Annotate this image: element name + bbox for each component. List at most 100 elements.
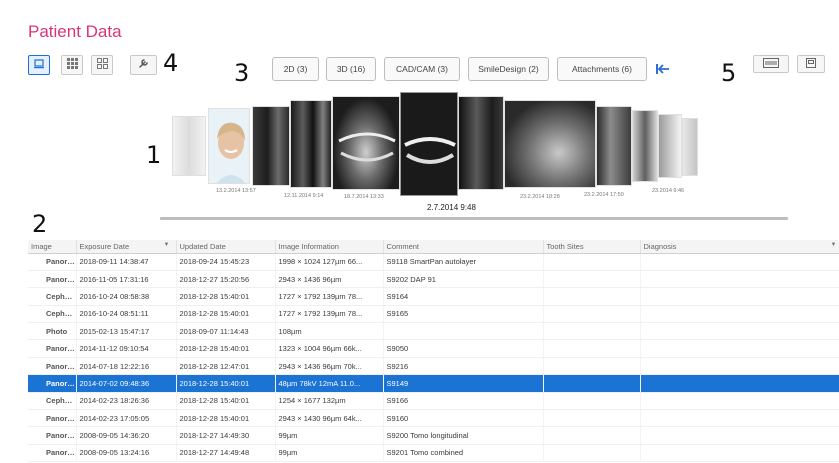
cell-image-info: 99µm <box>275 444 384 463</box>
selected-image-date: 2.7.2014 9:48 <box>427 203 476 212</box>
filmstrip-thumb[interactable] <box>290 100 332 188</box>
cell-updated-date: 2018-12-27 14:49:48 <box>176 444 276 463</box>
cell-exposure-date: 2016-11-05 17:31:16 <box>76 270 177 289</box>
cell-tooth-sites <box>543 339 641 358</box>
large-grid-view-button[interactable] <box>91 55 113 75</box>
table-header-row: Image Exposure Date ▼ Updated Date Image … <box>28 240 839 254</box>
window-icon <box>806 55 816 73</box>
table-row[interactable]: Panoramic2014-02-23 17:05:052018-12-28 1… <box>28 409 839 428</box>
column-header-tooth-sites[interactable]: Tooth Sites <box>543 240 641 254</box>
jump-to-start-icon[interactable] <box>655 62 671 80</box>
category-3d-button[interactable]: 3D (16) <box>326 57 376 81</box>
filmstrip-thumb[interactable] <box>172 116 206 176</box>
cell-comment: S9166 <box>383 392 544 411</box>
cell-tooth-sites <box>543 305 641 324</box>
cell-exposure-date: 2008-09-05 13:24:16 <box>76 444 177 463</box>
cell-exposure-date: 2014-02-23 17:05:05 <box>76 409 177 428</box>
cell-diagnosis <box>640 426 839 445</box>
filmstrip-thumb-photo[interactable] <box>208 108 250 184</box>
category-2d-button[interactable]: 2D (3) <box>272 57 319 81</box>
cell-diagnosis <box>640 339 839 358</box>
category-cadcam-button[interactable]: CAD/CAM (3) <box>384 57 460 81</box>
cell-image-info: 48µm 78kV 12mA 11.0... <box>275 374 384 393</box>
cell-exposure-date: 2014-07-02 09:48:36 <box>76 374 177 393</box>
filmstrip-thumb[interactable] <box>596 106 632 186</box>
cell-tooth-sites <box>543 392 641 411</box>
wrench-icon <box>138 56 150 74</box>
column-header-updated-date[interactable]: Updated Date <box>176 240 276 254</box>
cell-diagnosis <box>640 409 839 428</box>
callout-3: 3 <box>234 59 250 87</box>
filmstrip-thumb[interactable] <box>332 96 400 190</box>
column-header-image-information[interactable]: Image Information <box>275 240 384 254</box>
table-row[interactable]: Cephalome...2016-10-24 08:58:382018-12-2… <box>28 287 839 306</box>
table-row[interactable]: Panoramic2014-07-02 09:48:362018-12-28 1… <box>28 374 839 393</box>
filmstrip-date-label: 23.2014 9:46 <box>652 188 685 194</box>
cell-image-type: Panoramic <box>28 409 77 428</box>
column-menu-icon[interactable]: ▼ <box>831 242 837 248</box>
large-grid-icon <box>96 56 108 74</box>
column-header-diagnosis[interactable]: Diagnosis ▼ <box>640 240 839 254</box>
filmstrip-date-label: 23.2.2014 17:50 <box>584 192 624 198</box>
cell-image-type: Panoramic <box>28 426 77 445</box>
cell-diagnosis <box>640 270 839 289</box>
cell-comment: S9149 <box>383 374 544 393</box>
cell-updated-date: 2018-12-28 15:40:01 <box>176 392 276 411</box>
column-header-exposure-date[interactable]: Exposure Date ▼ <box>76 240 177 254</box>
cell-image-type: Cephalome... <box>28 287 77 306</box>
cell-updated-date: 2018-12-28 15:40:01 <box>176 339 276 358</box>
cell-updated-date: 2018-09-24 15:45:23 <box>176 253 276 271</box>
cell-diagnosis <box>640 357 839 376</box>
table-row[interactable]: Panoramic2008-09-05 13:24:162018-12-27 1… <box>28 444 839 463</box>
cell-exposure-date: 2015-02-13 15:47:17 <box>76 322 177 341</box>
filmstrip-thumb-ceph[interactable] <box>504 100 596 188</box>
cell-exposure-date: 2014-11-12 09:10:54 <box>76 339 177 358</box>
panel-layout-button[interactable] <box>753 55 789 73</box>
category-smiledesign-button[interactable]: SmileDesign (2) <box>468 57 549 81</box>
callout-1: 1 <box>146 141 162 169</box>
image-filmstrip[interactable]: 13.2.2014 13:57 12.11.2014 9:14 18.7.201… <box>160 92 700 200</box>
cell-diagnosis <box>640 322 839 341</box>
cell-image-info: 2943 × 1436 96µm <box>275 270 384 289</box>
cell-image-type: Panoramic <box>28 253 77 271</box>
cell-exposure-date: 2008-09-05 14:36:20 <box>76 426 177 445</box>
grid-view-button[interactable] <box>61 55 83 75</box>
column-header-image[interactable]: Image <box>28 240 77 254</box>
cell-image-info: 1727 × 1792 139µm 78... <box>275 287 384 306</box>
cell-image-type: Cephalome... <box>28 305 77 324</box>
table-row[interactable]: Cephalome...2016-10-24 08:51:112018-12-2… <box>28 305 839 324</box>
image-table: Image Exposure Date ▼ Updated Date Image … <box>28 240 839 463</box>
cell-diagnosis <box>640 392 839 411</box>
table-row[interactable]: Photo 2015-02-13 15:47:17 2018-09-07 11:14… <box>28 322 839 341</box>
cell-tooth-sites <box>543 253 641 271</box>
table-row[interactable]: Panoramic2018-09-11 14:38:472018-09-24 1… <box>28 253 839 271</box>
cell-comment: S9050 <box>383 339 544 358</box>
cell-updated-date: 2018-12-27 15:20:56 <box>176 270 276 289</box>
table-row[interactable]: Panoramic2016-11-05 17:31:162018-12-27 1… <box>28 270 839 289</box>
column-header-comment[interactable]: Comment <box>383 240 544 254</box>
table-row[interactable]: Panoramic2014-07-18 12:22:162018-12-28 1… <box>28 357 839 376</box>
filmstrip-thumb[interactable] <box>682 118 698 176</box>
filmstrip-view-button[interactable] <box>28 55 50 75</box>
category-attachments-button[interactable]: Attachments (6) <box>557 57 647 81</box>
tools-button[interactable] <box>130 55 157 75</box>
table-row[interactable]: Panoramic2014-11-12 09:10:542018-12-28 1… <box>28 339 839 358</box>
table-row[interactable]: Panoramic2008-09-05 14:36:202018-12-27 1… <box>28 426 839 445</box>
cell-updated-date: 2018-09-07 11:14:43 <box>176 322 276 341</box>
cell-comment: S9202 DAP 91 <box>383 270 544 289</box>
cell-image-info: 99µm <box>275 426 384 445</box>
filmstrip-thumb[interactable] <box>458 96 504 190</box>
cell-image-info: 1998 × 1024 127µm 66... <box>275 253 384 271</box>
filmstrip-thumb-selected[interactable] <box>400 92 458 196</box>
cell-comment: S9160 <box>383 409 544 428</box>
cell-tooth-sites <box>543 270 641 289</box>
filmstrip-thumb[interactable] <box>252 106 290 186</box>
filmstrip-scrollbar[interactable] <box>160 217 788 220</box>
filmstrip-thumb[interactable] <box>658 114 682 178</box>
cell-image-type: Panoramic <box>28 374 77 393</box>
cell-diagnosis <box>640 287 839 306</box>
cell-updated-date: 2018-12-28 15:40:01 <box>176 409 276 428</box>
filmstrip-thumb[interactable] <box>632 110 658 182</box>
window-button[interactable] <box>797 55 825 73</box>
table-row[interactable]: Cephalome...2014-02-23 18:26:362018-12-2… <box>28 392 839 411</box>
